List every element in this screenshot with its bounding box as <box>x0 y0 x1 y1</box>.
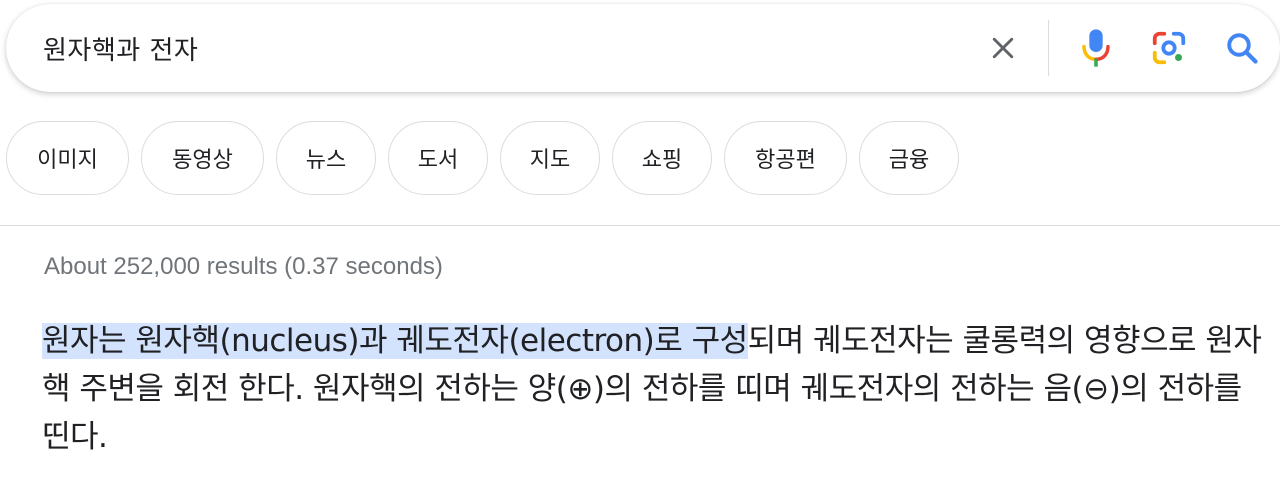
search-bar-divider <box>1048 20 1049 76</box>
chip-books[interactable]: 도서 <box>388 121 488 195</box>
chip-shopping[interactable]: 쇼핑 <box>612 121 712 195</box>
chip-images[interactable]: 이미지 <box>6 121 129 195</box>
chip-news[interactable]: 뉴스 <box>276 121 376 195</box>
chip-videos[interactable]: 동영상 <box>141 121 264 195</box>
chip-finance[interactable]: 금융 <box>859 121 959 195</box>
result-stats: About 252,000 results (0.37 seconds) <box>44 253 443 280</box>
search-bar[interactable]: 원자핵과 전자 <box>6 4 1280 92</box>
chip-flights[interactable]: 항공편 <box>724 121 847 195</box>
filter-chips: 이미지 동영상 뉴스 도서 지도 쇼핑 항공편 금융 <box>6 121 959 195</box>
header-divider <box>0 225 1280 226</box>
camera-lens-icon[interactable] <box>1147 26 1191 70</box>
search-icon[interactable] <box>1220 26 1264 70</box>
close-icon[interactable] <box>981 26 1025 70</box>
snippet-highlight: 원자는 원자핵(nucleus)과 궤도전자(electron)로 구성 <box>42 323 748 359</box>
mic-icon[interactable] <box>1074 26 1118 70</box>
search-input[interactable]: 원자핵과 전자 <box>43 30 198 67</box>
featured-snippet: 원자는 원자핵(nucleus)과 궤도전자(electron)로 구성되며 궤… <box>42 317 1272 461</box>
chip-maps[interactable]: 지도 <box>500 121 600 195</box>
